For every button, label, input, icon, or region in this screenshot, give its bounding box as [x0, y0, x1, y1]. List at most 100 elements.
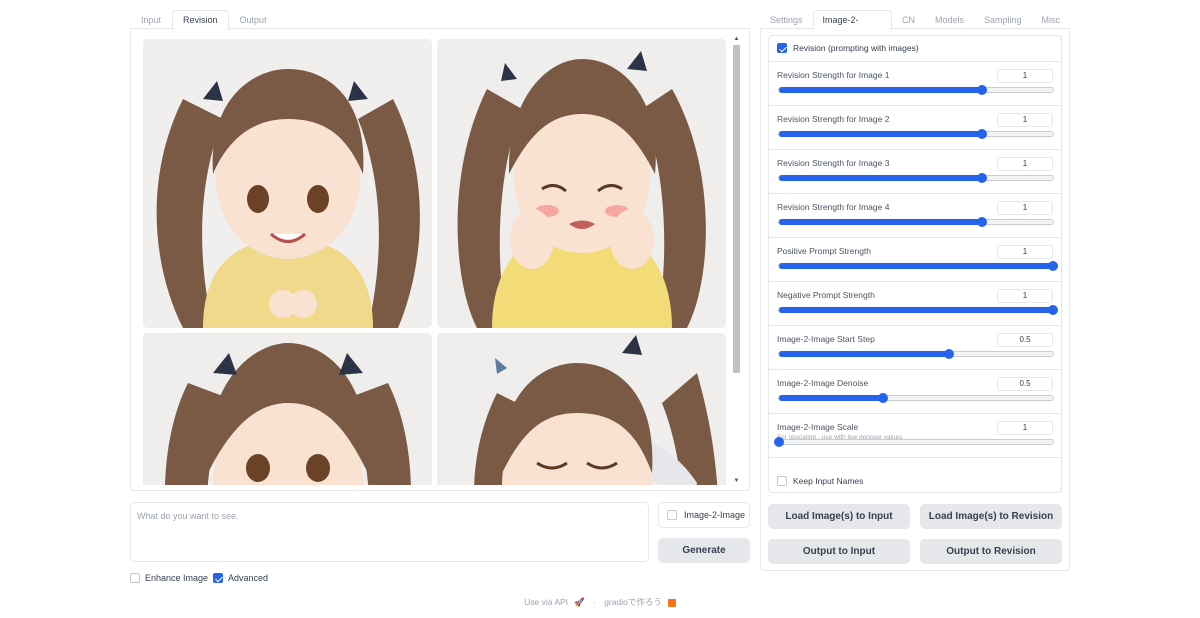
advanced-option[interactable]: Advanced — [213, 573, 268, 583]
slider-number-input[interactable]: 1 — [997, 201, 1053, 215]
slider-fill — [779, 131, 982, 137]
slider-number-input[interactable]: 1 — [997, 421, 1053, 435]
gradio-link[interactable]: gradioで作ろう — [604, 597, 662, 607]
tab-image2image[interactable]: Image-2-Image — [812, 10, 892, 44]
tab-cn[interactable]: CN — [892, 10, 925, 29]
advanced-label: Advanced — [228, 573, 269, 583]
footer-separator: · — [593, 597, 596, 607]
tab-misc[interactable]: Misc — [1032, 10, 1071, 29]
load-to-revision-button[interactable]: Load Image(s) to Revision — [920, 504, 1062, 529]
slider-number-input[interactable]: 1 — [997, 289, 1053, 303]
load-to-input-button[interactable]: Load Image(s) to Input — [768, 504, 910, 529]
enhance-image-label: Enhance Image — [145, 573, 209, 583]
scroll-down-icon[interactable]: ▼ — [733, 478, 740, 485]
tab-output[interactable]: Output — [229, 10, 278, 29]
slider-label: Revision Strength for Image 3 — [777, 158, 890, 168]
prompt-input[interactable]: What do you want to see. — [130, 502, 649, 562]
slider-number-input[interactable]: 1 — [997, 157, 1053, 171]
tab-sampling[interactable]: Sampling — [974, 10, 1032, 29]
use-api-link[interactable]: Use via API — [524, 597, 568, 607]
slider-handle[interactable] — [1048, 305, 1058, 315]
slider-label: Negative Prompt Strength — [777, 290, 875, 300]
slider-row: Image-2-Image Start Step 0.5 — [769, 326, 1061, 370]
slider-handle[interactable] — [943, 349, 954, 359]
anime-girl-laughing-image — [437, 333, 726, 485]
slider-number-input[interactable]: 0.5 — [997, 333, 1053, 347]
slider-row: Positive Prompt Strength 1 — [769, 238, 1061, 282]
checkbox-checked-icon[interactable] — [213, 573, 223, 583]
slider-track[interactable] — [778, 349, 1054, 359]
slider-handle[interactable] — [774, 437, 784, 447]
slider-row: Revision Strength for Image 3 1 — [769, 150, 1061, 194]
slider-label: Image-2-Image Denoise — [777, 378, 869, 388]
slider-number-input[interactable]: 1 — [997, 245, 1053, 259]
slider-handle[interactable] — [976, 85, 987, 95]
gallery-scrollbar[interactable]: ▲ ▼ — [732, 36, 741, 486]
tab-input[interactable]: Input — [130, 10, 172, 29]
slider-track[interactable] — [774, 437, 1054, 447]
checkbox-checked-icon[interactable] — [777, 43, 787, 53]
revision-label: Revision (prompting with images) — [793, 43, 919, 53]
enhance-image-option[interactable]: Enhance Image — [130, 573, 208, 583]
slider-handle[interactable] — [976, 129, 987, 139]
footer: Use via API 🚀 · gradioで作ろう — [0, 596, 1200, 608]
slider-fill — [779, 87, 982, 93]
output-to-input-button[interactable]: Output to Input — [768, 539, 910, 564]
tab-revision[interactable]: Revision — [172, 10, 229, 30]
gradio-logo-icon — [667, 598, 676, 607]
image2image-checkbox[interactable]: Image-2-Image — [658, 502, 750, 528]
scroll-up-icon[interactable]: ▲ — [733, 36, 740, 43]
slider-handle[interactable] — [976, 173, 987, 183]
slider-fill — [779, 219, 982, 225]
output-to-revision-button[interactable]: Output to Revision — [920, 539, 1062, 564]
slider-track[interactable] — [778, 261, 1058, 271]
slider-track[interactable] — [778, 305, 1058, 315]
slider-fill — [779, 307, 1053, 313]
slider-handle[interactable] — [976, 217, 987, 227]
slider-track[interactable] — [778, 217, 1054, 227]
slider-handle[interactable] — [1048, 261, 1058, 271]
gallery-grid — [143, 39, 728, 485]
revision-row: Revision (prompting with images) — [769, 36, 1061, 62]
checkbox-icon[interactable] — [667, 510, 677, 520]
slider-fill — [779, 351, 949, 357]
tab-settings[interactable]: Settings — [760, 10, 813, 29]
slider-row: Negative Prompt Strength 1 — [769, 282, 1061, 326]
keep-input-names-label: Keep Input Names — [793, 476, 864, 486]
keep-input-names-row: Keep Input Names — [769, 469, 1061, 493]
keep-input-names-checkbox[interactable]: Keep Input Names — [777, 476, 863, 486]
revision-checkbox[interactable]: Revision (prompting with images) — [777, 43, 919, 53]
anime-girl-crying-image — [437, 39, 726, 328]
slider-fill — [779, 175, 982, 181]
slider-track[interactable] — [778, 129, 1054, 139]
gallery-image-2[interactable] — [437, 39, 726, 328]
checkbox-icon[interactable] — [130, 573, 140, 583]
slider-row: Revision Strength for Image 2 1 — [769, 106, 1061, 150]
slider-track[interactable] — [778, 393, 1054, 403]
left-tab-bar: Input Revision Output — [130, 10, 750, 30]
scrollbar-thumb[interactable] — [733, 45, 740, 373]
slider-fill — [779, 263, 1053, 269]
slider-number-input[interactable]: 0.5 — [997, 377, 1053, 391]
slider-row: Image-2-Image Denoise 0.5 — [769, 370, 1061, 414]
slider-track[interactable] — [778, 173, 1054, 183]
image2image-settings: Revision (prompting with images) Revisio… — [768, 35, 1062, 493]
slider-number-input[interactable]: 1 — [997, 69, 1053, 83]
gallery-image-3[interactable] — [143, 333, 432, 485]
slider-track[interactable] — [778, 85, 1054, 95]
tab-models[interactable]: Models — [925, 10, 974, 29]
slider-label: Revision Strength for Image 4 — [777, 202, 890, 212]
slider-row: Revision Strength for Image 1 1 — [769, 62, 1061, 106]
slider-label: Image-2-Image Scale — [777, 422, 859, 432]
gallery-image-4[interactable] — [437, 333, 726, 485]
anime-girl-smiling-image — [143, 39, 432, 328]
slider-number-input[interactable]: 1 — [997, 113, 1053, 127]
slider-handle[interactable] — [878, 393, 889, 403]
generate-button[interactable]: Generate — [658, 538, 750, 563]
right-tab-bar: Settings Image-2-Image CN Models Samplin… — [760, 10, 1071, 44]
image2image-label: Image-2-Image — [684, 510, 746, 520]
slider-label: Revision Strength for Image 2 — [777, 114, 890, 124]
checkbox-icon[interactable] — [777, 476, 787, 486]
slider-label: Revision Strength for Image 1 — [777, 70, 890, 80]
gallery-image-1[interactable] — [143, 39, 432, 328]
